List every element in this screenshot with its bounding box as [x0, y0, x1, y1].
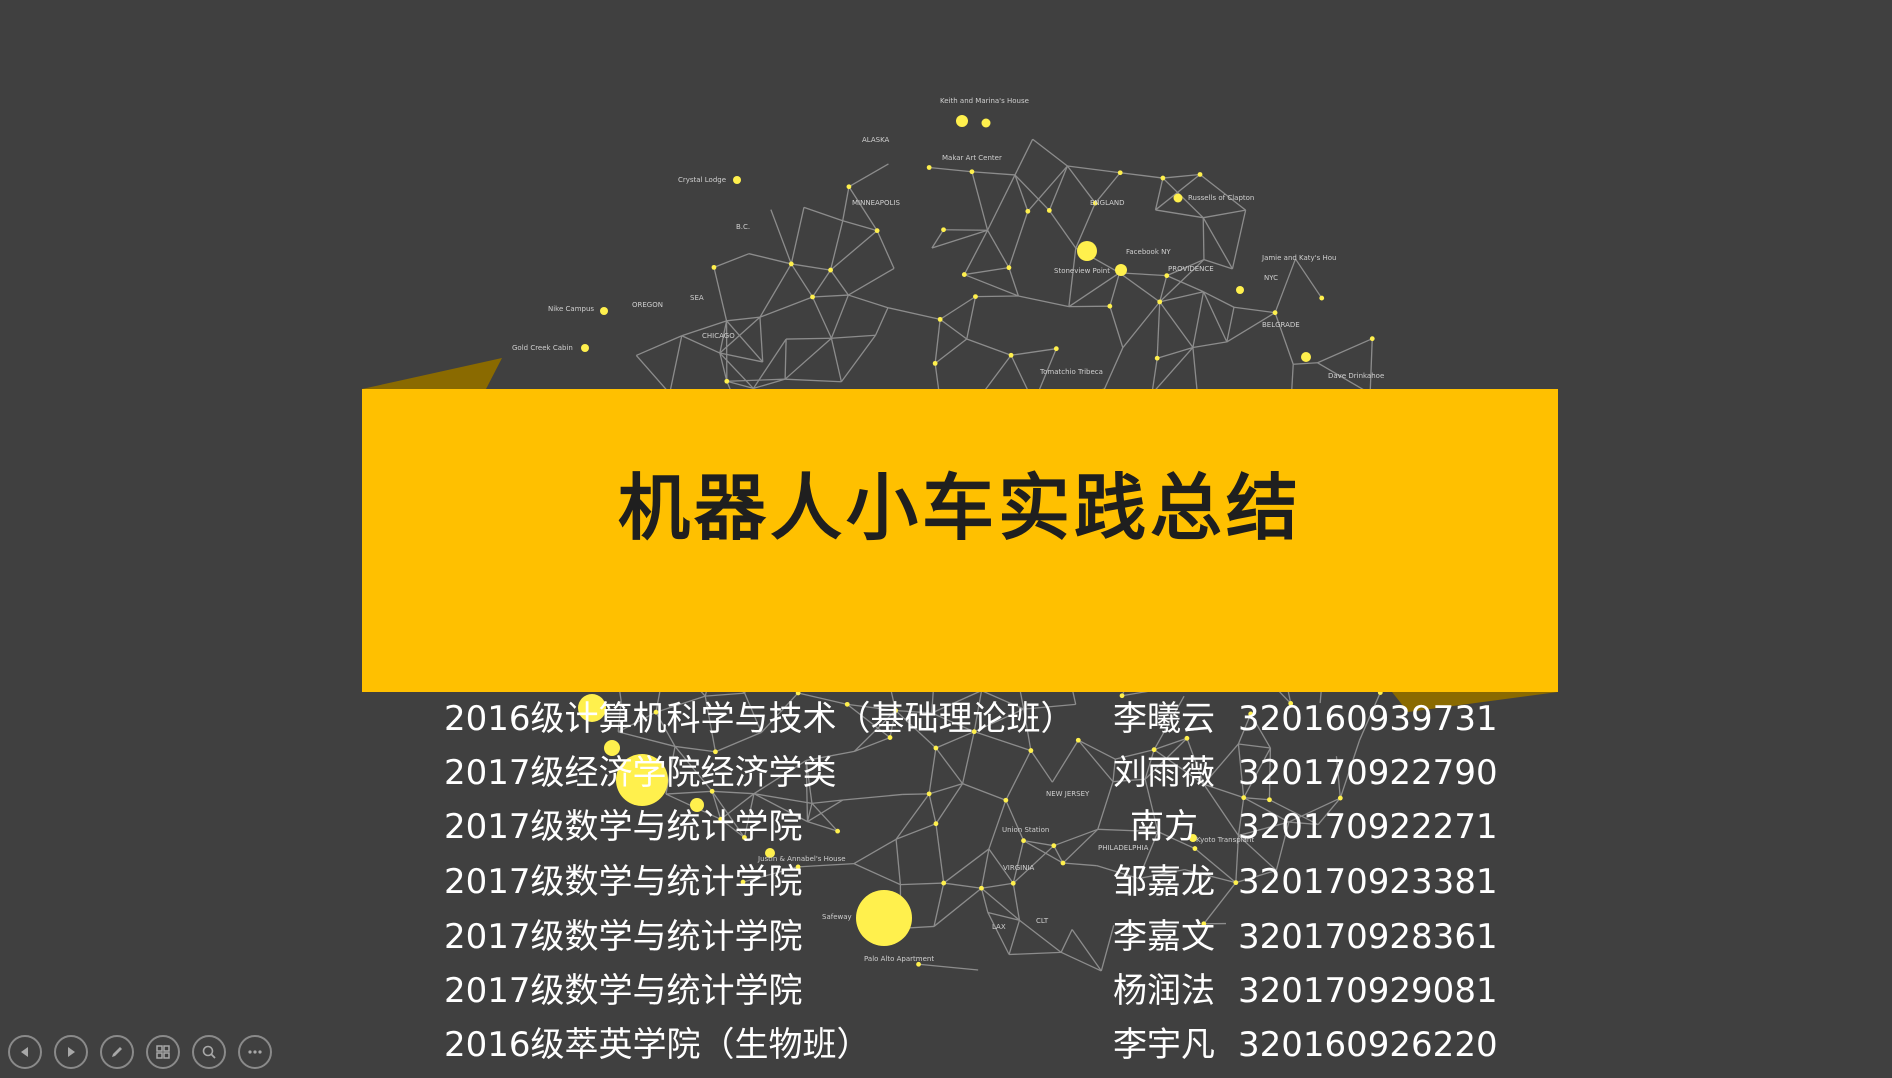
member-dept: 2017级数学与统计学院 — [444, 862, 803, 902]
next-slide-button[interactable] — [54, 1035, 88, 1069]
member-row: 2016级计算机科学与技术（基础理论班） 李曦云 320160939731 — [444, 692, 1498, 746]
svg-text:Jamie and Katy's Hou: Jamie and Katy's Hou — [1261, 254, 1336, 262]
svg-text:MINNEAPOLIS: MINNEAPOLIS — [852, 199, 900, 207]
member-dept: 2017级经济学院经济学类 — [444, 753, 837, 793]
member-id: 320170928361 — [1238, 917, 1498, 957]
member-id: 320160926220 — [1238, 1025, 1498, 1065]
member-name: 杨润法 — [1113, 971, 1215, 1011]
svg-text:ENGLAND: ENGLAND — [1090, 199, 1125, 207]
svg-text:BELGRADE: BELGRADE — [1262, 321, 1300, 329]
svg-text:PROVIDENCE: PROVIDENCE — [1168, 265, 1214, 273]
next-icon — [64, 1045, 78, 1059]
member-id: 320160939731 — [1238, 699, 1498, 739]
member-dept: 2017级数学与统计学院 — [444, 917, 803, 957]
member-row: 2017级数学与统计学院 杨润法 320170929081 — [444, 964, 1498, 1018]
member-id: 320170929081 — [1238, 971, 1498, 1011]
svg-text:NYC: NYC — [1264, 274, 1278, 282]
slide-title: 机器人小车实践总结 — [617, 465, 1302, 550]
member-dept: 2017级数学与统计学院 — [444, 807, 803, 847]
more-options-button[interactable] — [238, 1035, 272, 1069]
member-id: 320170923381 — [1238, 862, 1498, 902]
svg-text:Keith and Marina's House: Keith and Marina's House — [940, 97, 1029, 105]
svg-text:Tomatchio Tribeca: Tomatchio Tribeca — [1039, 368, 1103, 376]
svg-text:B.C.: B.C. — [736, 223, 750, 231]
member-id: 320170922271 — [1238, 807, 1498, 847]
pen-icon — [109, 1044, 125, 1060]
svg-text:CHICAGO: CHICAGO — [702, 332, 735, 340]
banner-fold-left — [362, 358, 502, 389]
member-dept: 2016级计算机科学与技术（基础理论班） — [444, 699, 1075, 739]
svg-text:Nike Campus: Nike Campus — [548, 305, 594, 313]
member-row: 2016级萃英学院（生物班） 李宇凡 320160926220 — [444, 1018, 1498, 1072]
member-row: 2017级数学与统计学院 南方 320170922271 — [444, 800, 1498, 854]
svg-text:Stoneview Point: Stoneview Point — [1054, 267, 1110, 275]
svg-text:Crystal Lodge: Crystal Lodge — [678, 176, 726, 184]
zoom-icon — [201, 1044, 217, 1060]
svg-text:SEA: SEA — [690, 294, 704, 302]
svg-text:Dave Drinkahoe: Dave Drinkahoe — [1328, 372, 1384, 380]
member-row: 2017级数学与统计学院 李嘉文 320170928361 — [444, 910, 1498, 964]
zoom-button[interactable] — [192, 1035, 226, 1069]
member-name: 刘雨薇 — [1113, 753, 1215, 793]
member-name: 邹嘉龙 — [1113, 862, 1215, 902]
member-row: 2017级数学与统计学院 邹嘉龙 320170923381 — [444, 855, 1498, 909]
title-banner: 机器人小车实践总结 — [362, 389, 1558, 692]
more-icon — [247, 1044, 263, 1060]
svg-text:Russells of Clapton: Russells of Clapton — [1188, 194, 1254, 202]
member-dept: 2016级萃英学院（生物班） — [444, 1025, 871, 1065]
svg-text:Gold Creek Cabin: Gold Creek Cabin — [512, 344, 573, 352]
member-name: 南方 — [1130, 807, 1198, 847]
pen-button[interactable] — [100, 1035, 134, 1069]
member-name: 李曦云 — [1113, 699, 1215, 739]
member-row: 2017级经济学院经济学类 刘雨薇 320170922790 — [444, 746, 1498, 800]
member-name: 李宇凡 — [1113, 1025, 1215, 1065]
previous-icon — [18, 1045, 32, 1059]
see-all-slides-button[interactable] — [146, 1035, 180, 1069]
svg-text:Facebook NY: Facebook NY — [1126, 248, 1171, 256]
svg-text:Makar Art Center: Makar Art Center — [942, 154, 1002, 162]
member-name: 李嘉文 — [1113, 917, 1215, 957]
slides-icon — [155, 1044, 171, 1060]
slide: Keith and Marina's House ALASKA Makar Art … — [0, 0, 1892, 1078]
member-dept: 2017级数学与统计学院 — [444, 971, 803, 1011]
svg-text:ALASKA: ALASKA — [862, 136, 890, 144]
member-id: 320170922790 — [1238, 753, 1498, 793]
previous-slide-button[interactable] — [8, 1035, 42, 1069]
svg-text:OREGON: OREGON — [632, 301, 663, 309]
